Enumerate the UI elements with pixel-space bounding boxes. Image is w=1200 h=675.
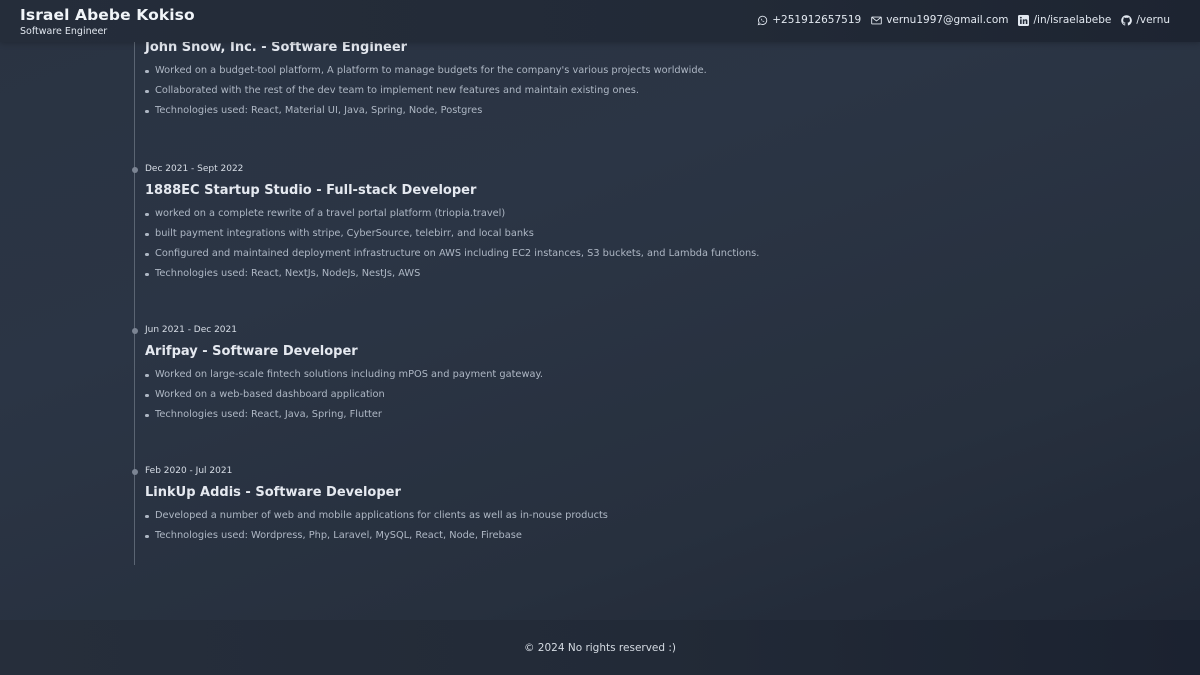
list-item: Worked on large-scale fintech solutions …	[145, 369, 543, 381]
list-item: Worked on a budget-tool platform, A plat…	[145, 65, 707, 77]
list-item: worked on a complete rewrite of a travel…	[145, 208, 759, 220]
list-item: Technologies used: React, Material UI, J…	[145, 105, 707, 117]
github-link[interactable]: /vernu	[1121, 14, 1170, 26]
experience-bullets: Developed a number of web and mobile app…	[145, 510, 608, 542]
timeline-dot	[131, 469, 138, 475]
list-item: Technologies used: Wordpress, Php, Larav…	[145, 530, 608, 542]
contact-links: +251912657519 vernu1997@gmail.com /in/is…	[757, 14, 1170, 26]
footer-text: © 2024 No rights reserved :)	[523, 641, 677, 654]
phone-link[interactable]: +251912657519	[757, 14, 861, 26]
linkedin-link[interactable]: /in/israelabebe	[1018, 14, 1111, 26]
linkedin-text: /in/israelabebe	[1033, 14, 1112, 26]
timeline-line	[134, 0, 135, 565]
experience-role: Arifpay - Software Developer	[145, 344, 358, 359]
experience-entry: Feb 2020 - Jul 2021 LinkUp Addis - Softw…	[131, 466, 608, 550]
profile-title: Software Engineer	[20, 26, 108, 37]
linkedin-icon	[1018, 14, 1030, 26]
experience-entry: John Snow, Inc. - Software Engineer Work…	[145, 40, 707, 125]
github-icon	[1121, 14, 1133, 26]
list-item: Technologies used: React, NextJs, NodeJs…	[145, 268, 759, 280]
experience-bullets: Worked on large-scale fintech solutions …	[145, 369, 543, 421]
page-footer: © 2024 No rights reserved :)	[0, 620, 1200, 675]
experience-role: 1888EC Startup Studio - Full-stack Devel…	[145, 183, 477, 198]
phone-text: +251912657519	[772, 14, 862, 26]
timeline-dot	[131, 167, 138, 173]
email-text: vernu1997@gmail.com	[886, 14, 1009, 26]
list-item: Collaborated with the rest of the dev te…	[145, 85, 707, 97]
github-text: /vernu	[1136, 14, 1170, 26]
experience-entry: Dec 2021 - Sept 2022 1888EC Startup Stud…	[131, 164, 759, 288]
experience-bullets: Worked on a budget-tool platform, A plat…	[145, 65, 707, 117]
experience-date: Dec 2021 - Sept 2022	[145, 164, 244, 174]
list-item: Developed a number of web and mobile app…	[145, 510, 608, 522]
list-item: Technologies used: React, Java, Spring, …	[145, 409, 543, 421]
experience-date: Jun 2021 - Dec 2021	[145, 325, 237, 335]
timeline-dot	[131, 328, 138, 334]
experience-role: LinkUp Addis - Software Developer	[145, 485, 401, 500]
experience-entry: Jun 2021 - Dec 2021 Arifpay - Software D…	[131, 325, 543, 429]
experience-date: Feb 2020 - Jul 2021	[145, 466, 233, 476]
list-item: Worked on a web-based dashboard applicat…	[145, 389, 543, 401]
brand: Israel Abebe Kokiso Software Engineer	[20, 6, 195, 37]
email-link[interactable]: vernu1997@gmail.com	[871, 14, 1008, 26]
whatsapp-icon	[757, 15, 768, 26]
profile-name: Israel Abebe Kokiso	[20, 6, 195, 24]
list-item: built payment integrations with stripe, …	[145, 228, 759, 240]
experience-role: John Snow, Inc. - Software Engineer	[145, 40, 408, 55]
mail-icon	[871, 16, 882, 25]
top-header: Israel Abebe Kokiso Software Engineer +2…	[0, 0, 1200, 42]
experience-bullets: worked on a complete rewrite of a travel…	[145, 208, 759, 280]
list-item: Configured and maintained deployment inf…	[145, 248, 759, 260]
